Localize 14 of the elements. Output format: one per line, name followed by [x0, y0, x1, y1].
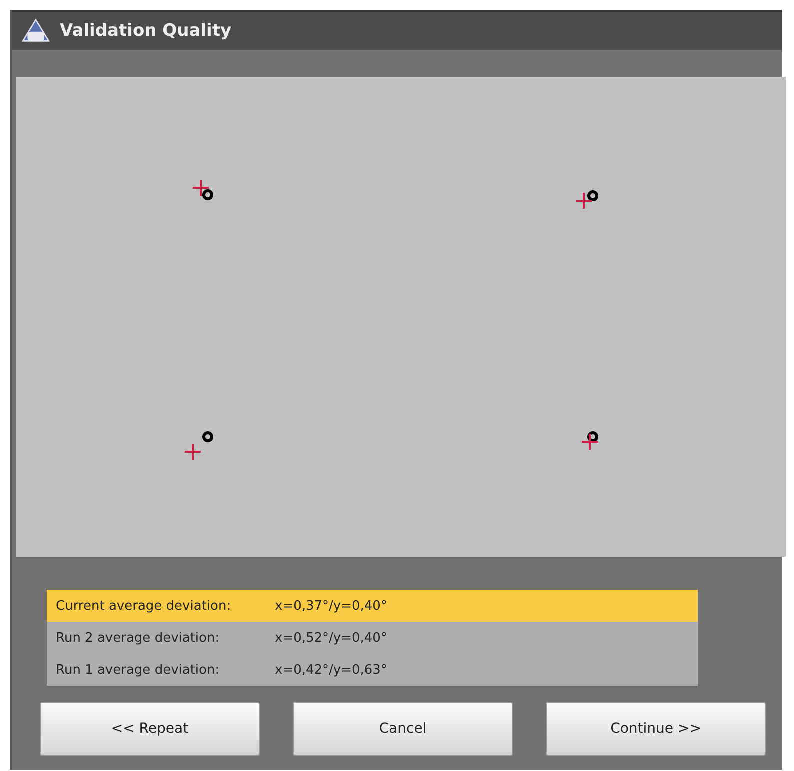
deviation-value: x=0,37°/y=0,40°: [275, 598, 388, 614]
result-row[interactable]: Current average deviation: x=0,37°/y=0,40°: [47, 590, 698, 622]
deviation-label: Run 2 average deviation:: [56, 630, 221, 646]
deviation-value: x=0,42°/y=0,63°: [275, 662, 388, 678]
deviation-value: x=0,52°/y=0,40°: [275, 630, 388, 646]
result-row[interactable]: Run 1 average deviation: x=0,42°/y=0,63°: [47, 654, 698, 686]
app-logo-icon: [22, 19, 50, 43]
dialog-button[interactable]: Continue >>: [546, 702, 766, 756]
dialog-button[interactable]: << Repeat: [40, 702, 260, 756]
result-row[interactable]: Run 2 average deviation: x=0,52°/y=0,40°: [47, 622, 698, 654]
dialog-button[interactable]: Cancel: [293, 702, 513, 756]
deviation-label: Current average deviation:: [56, 598, 232, 614]
window-title: Validation Quality: [60, 21, 232, 41]
deviation-label: Run 1 average deviation:: [56, 662, 221, 678]
